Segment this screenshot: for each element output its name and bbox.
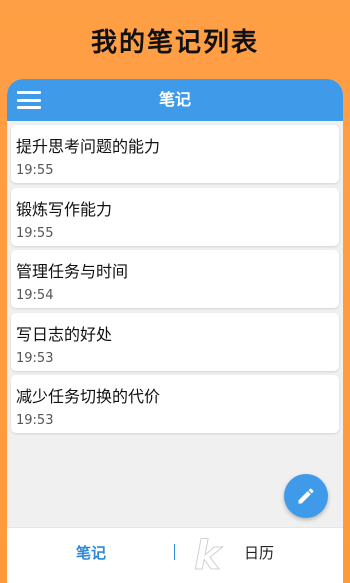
note-time: 19:53 (16, 413, 54, 428)
note-title: 写日志的好处 (16, 324, 113, 344)
note-card[interactable]: 写日志的好处 19:53 (11, 312, 339, 371)
note-card[interactable]: 管理任务与时间 19:54 (11, 250, 339, 308)
tab-notes[interactable]: 笔记 (7, 528, 175, 578)
app-bar-title: 笔记 (158, 90, 191, 109)
note-title: 提升思考问题的能力 (16, 137, 161, 156)
notes-list: 提升思考问题的能力 19:55 锻炼写作能力 19:55 管理任务与时间 19:… (11, 125, 339, 438)
phone-screen: 笔记 提升思考问题的能力 19:55 锻炼写作能力 19:55 管理任务与时间 … (7, 79, 343, 583)
note-card[interactable]: 锻炼写作能力 19:55 (11, 187, 339, 246)
note-card[interactable]: 提升思考问题的能力 19:55 (11, 125, 339, 183)
note-time: 19:55 (16, 163, 54, 178)
note-title: 管理任务与时间 (16, 262, 129, 281)
edit-pencil-icon (298, 488, 314, 504)
watermark-logo: k (194, 533, 224, 580)
note-title: 锻炼写作能力 (16, 199, 113, 219)
svg-text:k: k (194, 533, 223, 579)
new-note-button[interactable] (284, 474, 328, 518)
note-time: 19:55 (16, 225, 54, 241)
app-bar: 笔记 (7, 79, 343, 121)
page-headline: 我的笔记列表 (90, 28, 259, 58)
note-title: 减少任务切换的代价 (16, 387, 161, 406)
note-time: 19:54 (16, 288, 54, 303)
note-time: 19:53 (16, 350, 54, 366)
note-card[interactable]: 减少任务切换的代价 19:53 (11, 375, 339, 433)
